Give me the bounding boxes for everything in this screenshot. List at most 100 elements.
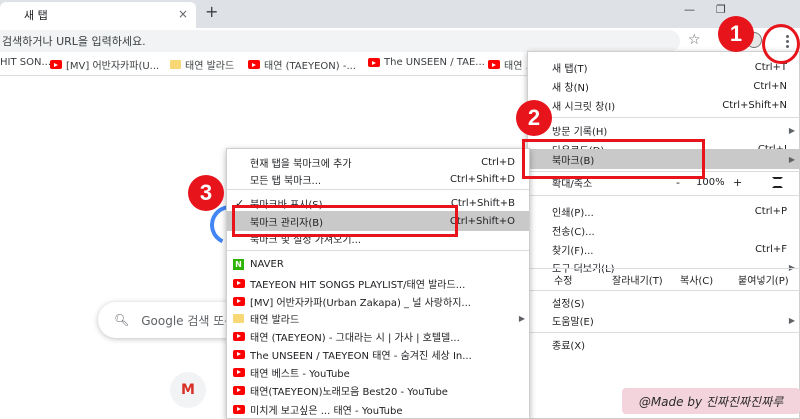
new-tab-button[interactable]: + <box>205 2 218 21</box>
bookmark-bar-item[interactable]: [MV] 어반자카파(U... <box>50 57 159 72</box>
chevron-right-icon: ▶ <box>518 313 525 323</box>
browser-window: 새 탭 × + — ❐ 검색하거나 URL을 입력하세요. ☆ HIT SON.… <box>0 0 800 419</box>
menu-shortcut: Ctrl+P <box>754 205 787 217</box>
restore-icon[interactable]: ❐ <box>716 3 726 16</box>
bookmark-item[interactable]: 미치게 보고싶은 ... 태연 - YouTube <box>227 399 529 418</box>
address-bar[interactable]: 검색하거나 URL을 입력하세요. <box>0 30 680 52</box>
bookmark-label: TAEYEON HIT SONGS PLAYLIST/태연 발라드... <box>250 279 466 291</box>
bookmark-label: 태연 베스트 - YouTube <box>250 368 350 380</box>
bookmark-item[interactable]: The UNSEEN / TAEYEON 태연 - 숨겨진 세상 In... <box>227 344 529 364</box>
bookmark-item[interactable]: TAEYEON HIT SONGS PLAYLIST/태연 발라드... <box>227 273 529 293</box>
menu-item-new-tab[interactable]: 새 탭(T) Ctrl+T <box>528 57 800 77</box>
bookmark-bar-item[interactable]: The UNSEEN / TAE... <box>368 57 485 68</box>
bookmark-item[interactable]: 태연 베스트 - YouTube <box>227 362 529 382</box>
cut-button[interactable]: 잘라내기(T) <box>612 272 663 287</box>
menu-label: 인쇄(P)... <box>552 207 594 219</box>
chevron-right-icon: ▶ <box>788 315 795 325</box>
bookmarks-submenu: 현재 탭을 북마크에 추가 Ctrl+D 모든 탭 북마크... Ctrl+Shif… <box>226 148 530 419</box>
menu-label: 종료(X) <box>552 340 586 352</box>
menu-item-new-window[interactable]: 새 창(N) Ctrl+N <box>528 76 800 96</box>
youtube-icon <box>233 367 245 377</box>
menu-label: 모든 탭 북마크... <box>250 175 322 187</box>
bookmark-bar-item[interactable]: 태연 (TAEYEON) -... <box>248 57 356 72</box>
bookmark-bar-item[interactable]: 태연 발라드 <box>170 57 234 72</box>
menu-edit-row: 수정 잘라내기(T) 복사(C) 붙여넣기(P) <box>528 268 800 290</box>
menu-item-settings[interactable]: 설정(S) <box>528 292 800 312</box>
youtube-icon <box>233 278 245 288</box>
bookmark-label: The UNSEEN / TAE... <box>384 57 485 68</box>
menu-item-help[interactable]: 도움말(E) ▶ <box>528 310 800 330</box>
youtube-icon <box>233 404 245 414</box>
bookmark-label: 태연 (TAEYEON) - 그대라는 시 | 가사 | 호텔델... <box>250 332 460 344</box>
bookmark-label: 태연 (TAEYEON) -... <box>264 61 356 72</box>
menu-item-bookmark-all-tabs[interactable]: 모든 탭 북마크... Ctrl+Shift+D <box>227 169 529 189</box>
menu-shortcut: Ctrl+Shift+N <box>722 99 787 111</box>
address-bar-placeholder: 검색하거나 URL을 입력하세요. <box>2 35 146 48</box>
menu-item-find[interactable]: 찾기(F)... Ctrl+F <box>528 239 800 259</box>
youtube-icon <box>233 385 245 395</box>
menu-item-cast[interactable]: 전송(C)... <box>528 220 800 240</box>
bookmark-label: 미치게 보고싶은 ... 태연 - YouTube <box>250 405 403 417</box>
bookmark-star-icon[interactable]: ☆ <box>688 32 701 48</box>
annotation-number-1: 1 <box>718 16 754 52</box>
youtube-icon <box>233 349 245 359</box>
bookmark-item[interactable]: 태연(TAEYEON)노래모음 Best20 - YouTube <box>227 380 529 400</box>
menu-shortcut: Ctrl+N <box>753 80 787 92</box>
youtube-icon <box>248 60 260 69</box>
copy-button[interactable]: 복사(C) <box>680 272 713 287</box>
bookmark-label: 태연 발라드 <box>250 314 300 326</box>
bookmark-label: [MV] 어반자카파(U... <box>66 61 160 72</box>
naver-icon: N <box>233 258 244 270</box>
youtube-icon <box>50 60 62 69</box>
menu-item-exit[interactable]: 종료(X) <box>528 334 800 354</box>
zoom-in-button[interactable]: + <box>733 176 742 189</box>
bookmark-item[interactable]: 태연 (TAEYEON) - 그대라는 시 | 가사 | 호텔델... <box>227 326 529 346</box>
bookmark-label: 태연(TAEYEON)노래모음 Best20 - YouTube <box>250 386 448 398</box>
menu-label: 도움말(E) <box>552 316 594 328</box>
menu-divider <box>528 117 800 118</box>
menu-item-print[interactable]: 인쇄(P)... Ctrl+P <box>528 201 800 221</box>
gmail-shortcut-icon[interactable]: M <box>170 372 206 408</box>
menu-item-history[interactable]: 방문 기록(H) ▶ <box>528 120 800 140</box>
close-icon[interactable]: × <box>178 7 188 21</box>
youtube-icon <box>488 60 500 69</box>
bookmark-bar-item[interactable]: HIT SON... <box>0 57 51 68</box>
tab-new-tab[interactable]: 새 탭 × <box>0 2 196 28</box>
annotation-box <box>232 205 458 237</box>
minimize-icon[interactable]: — <box>684 3 695 16</box>
menu-item-incognito[interactable]: 새 시크릿 창(I) Ctrl+Shift+N <box>528 95 800 115</box>
annotation-ring <box>762 24 800 64</box>
tab-title: 새 탭 <box>24 9 48 22</box>
tab-strip: 새 탭 × + — ❐ <box>0 0 800 28</box>
bookmark-folder[interactable]: 태연 발라드 ▶ <box>227 308 529 328</box>
search-icon: 🔍︎ <box>114 313 130 327</box>
menu-label: 설정(S) <box>552 298 585 310</box>
menu-shortcut: Ctrl+Shift+D <box>450 173 515 185</box>
menu-divider <box>528 332 800 333</box>
youtube-icon <box>233 331 245 341</box>
youtube-icon <box>368 58 380 67</box>
youtube-icon <box>233 296 245 306</box>
menu-shortcut: Ctrl+F <box>755 243 787 255</box>
menu-divider <box>227 250 529 251</box>
fullscreen-icon[interactable] <box>772 176 783 188</box>
annotation-number-2: 2 <box>516 100 552 136</box>
bookmark-label: [MV] 어반자카파(Urban Zakapa) _ 널 사랑하지... <box>250 297 471 309</box>
menu-shortcut: Ctrl+D <box>481 156 515 168</box>
menu-label: 새 창(N) <box>552 82 589 94</box>
chevron-right-icon: ▶ <box>788 154 795 164</box>
menu-label: 새 탭(T) <box>552 63 588 75</box>
menu-divider <box>528 195 800 196</box>
bookmark-label: The UNSEEN / TAEYEON 태연 - 숨겨진 세상 In... <box>250 350 472 362</box>
menu-divider <box>227 189 529 190</box>
search-placeholder: Google 검색 또는 <box>141 313 236 328</box>
menu-shortcut: Ctrl+Shift+B <box>450 197 515 209</box>
annotation-number-3: 3 <box>188 175 224 211</box>
menu-label: 새 시크릿 창(I) <box>552 101 616 113</box>
menu-divider <box>528 290 800 291</box>
bookmark-label: 태연 발라드 <box>185 61 235 72</box>
menu-label: 전송(C)... <box>552 226 595 238</box>
paste-button[interactable]: 붙여넣기(P) <box>738 272 789 287</box>
bookmark-item[interactable]: N NAVER <box>227 254 529 274</box>
folder-icon <box>233 313 244 323</box>
